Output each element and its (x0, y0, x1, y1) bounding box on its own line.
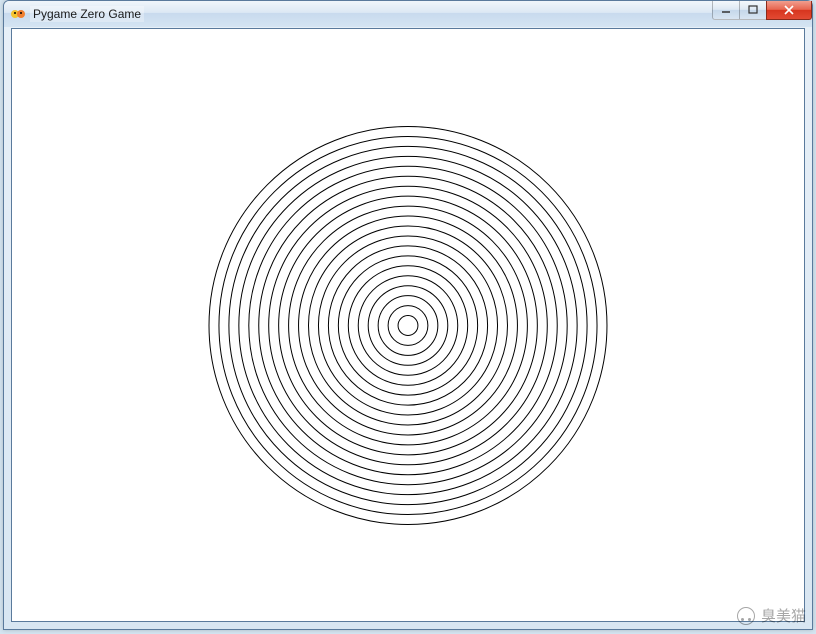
titlebar[interactable]: Pygame Zero Game (4, 1, 812, 27)
pygame-icon (10, 6, 26, 22)
minimize-button[interactable] (712, 1, 740, 20)
circle-ring (259, 176, 557, 474)
circle-ring (328, 246, 487, 405)
circle-ring (239, 156, 577, 494)
circle-ring (229, 146, 587, 504)
circle-ring (338, 256, 477, 395)
application-window: Pygame Zero Game (3, 0, 813, 630)
circle-ring (249, 166, 567, 484)
client-area (11, 28, 805, 622)
circle-ring (318, 236, 497, 415)
wechat-icon (737, 607, 755, 625)
circle-ring (388, 306, 428, 346)
circle-ring (269, 186, 548, 465)
circle-ring (289, 206, 528, 445)
circle-ring (279, 196, 538, 455)
circle-ring (398, 316, 418, 336)
circle-ring (378, 296, 438, 356)
maximize-button[interactable] (739, 1, 767, 20)
close-button[interactable] (766, 1, 812, 20)
circle-ring (219, 136, 597, 514)
concentric-circles-canvas (12, 29, 804, 622)
watermark: 臭美猫 (737, 605, 806, 626)
circle-ring (358, 276, 457, 375)
watermark-text: 臭美猫 (761, 605, 806, 626)
window-controls (713, 1, 812, 20)
circle-ring (368, 286, 448, 366)
window-title: Pygame Zero Game (30, 6, 144, 22)
circle-ring (348, 266, 467, 385)
circle-ring (299, 216, 518, 435)
